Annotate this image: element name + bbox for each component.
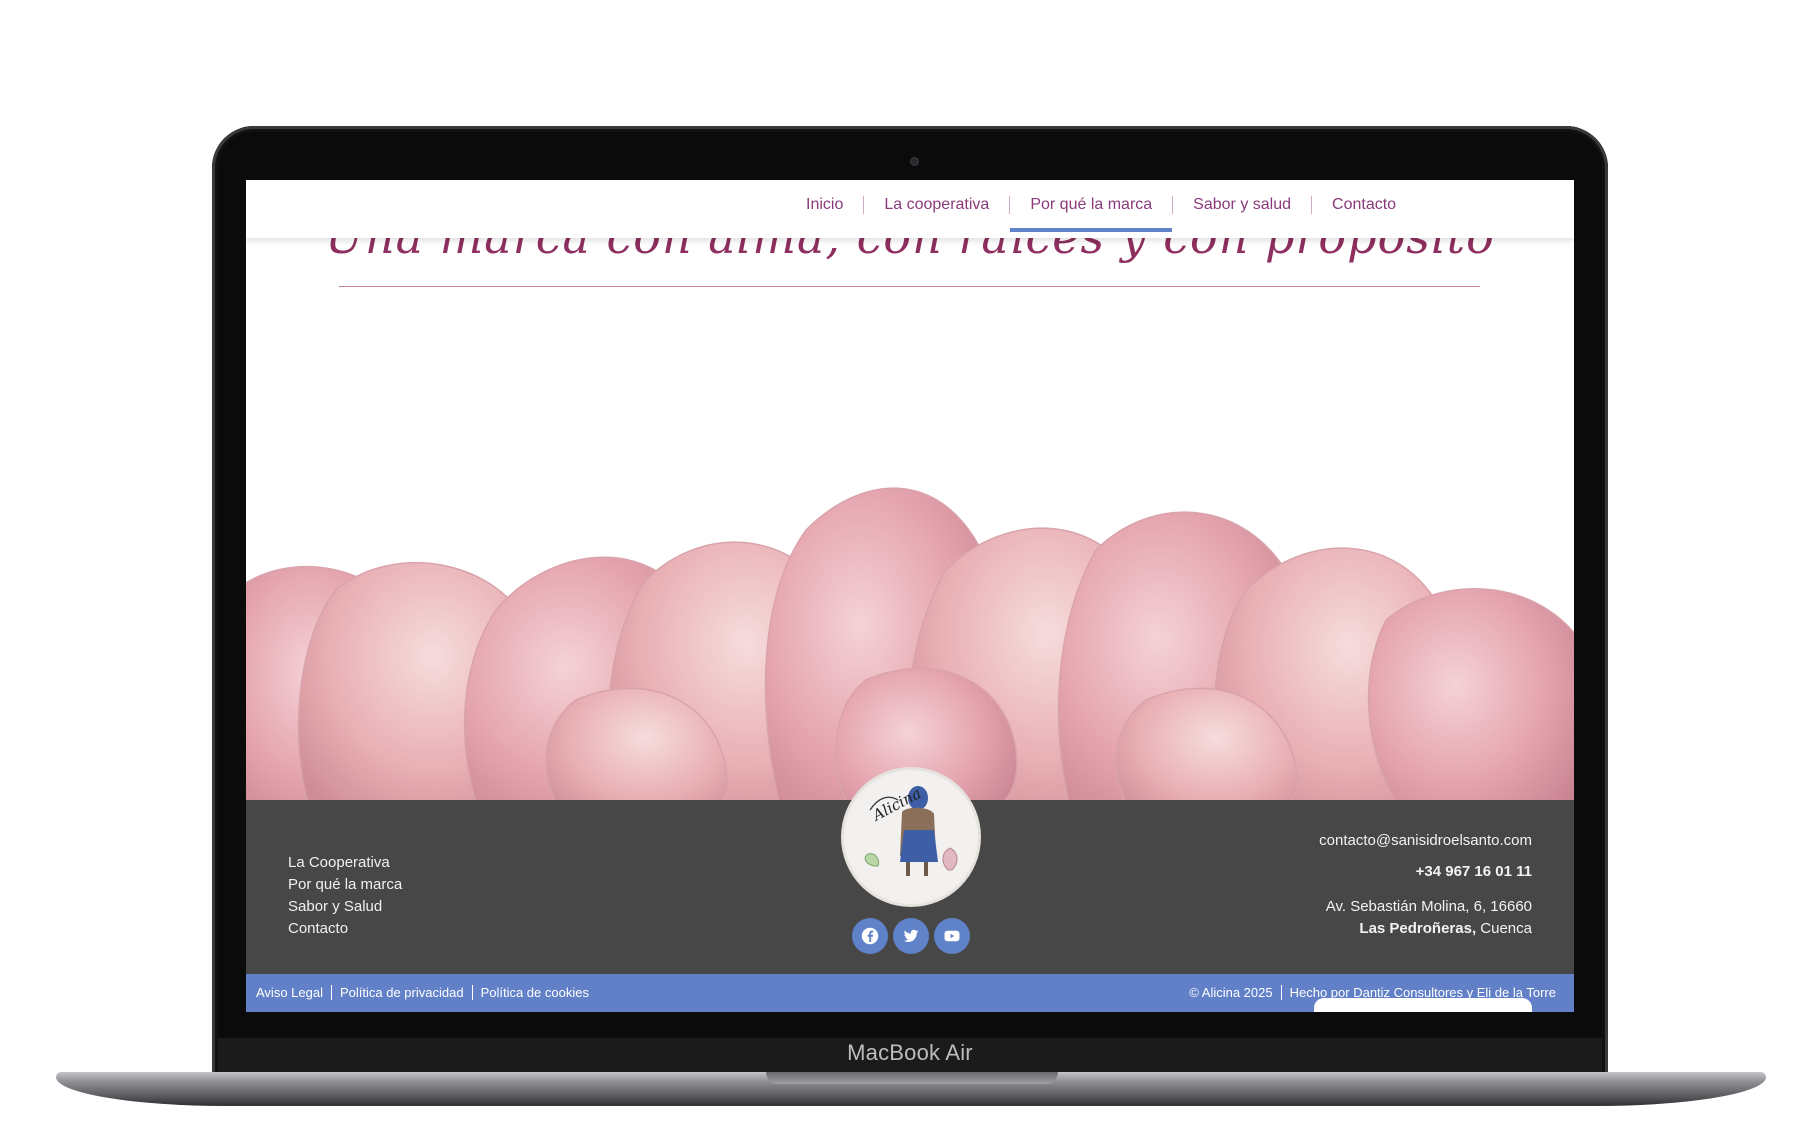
main-navigation: Inicio La cooperativa Por qué la marca S… xyxy=(246,180,1574,238)
site-footer: La Cooperativa Por qué la marca Sabor y … xyxy=(246,770,1574,974)
footer-link-sabor-y-salud[interactable]: Sabor y Salud xyxy=(288,896,402,918)
legal-link-politica-privacidad[interactable]: Política de privacidad xyxy=(330,985,472,1000)
nav-item-sabor-y-salud[interactable]: Sabor y salud xyxy=(1172,196,1311,214)
section-divider xyxy=(339,286,1480,287)
copyright-text: © Alicina 2025 xyxy=(1189,985,1273,1000)
facebook-button[interactable] xyxy=(852,918,888,954)
nav-list: Inicio La cooperativa Por qué la marca S… xyxy=(786,196,1416,232)
facebook-icon xyxy=(861,927,879,945)
browser-viewport: Una marca con alma, con raíces y con pro… xyxy=(246,180,1574,1012)
nav-item-la-cooperativa[interactable]: La cooperativa xyxy=(863,196,1009,214)
legal-link-aviso-legal[interactable]: Aviso Legal xyxy=(256,985,331,1000)
social-links xyxy=(852,918,970,954)
legal-link-politica-cookies[interactable]: Política de cookies xyxy=(471,985,597,1000)
youtube-icon xyxy=(944,930,960,942)
device-model-label: MacBook Air xyxy=(847,1040,973,1065)
nav-item-inicio[interactable]: Inicio xyxy=(786,196,863,214)
cookie-banner-tab[interactable] xyxy=(1314,998,1532,1012)
footer-link-la-cooperativa[interactable]: La Cooperativa xyxy=(288,852,402,874)
youtube-button[interactable] xyxy=(934,918,970,954)
alicina-logo[interactable]: Alicina xyxy=(844,770,978,904)
laptop-notch xyxy=(766,1072,1058,1084)
province-name: Cuenca xyxy=(1476,920,1532,937)
contact-phone[interactable]: +34 967 16 01 11 xyxy=(1319,863,1532,880)
legal-links: Aviso Legal Política de privacidad Polít… xyxy=(256,985,597,1000)
twitter-button[interactable] xyxy=(893,918,929,954)
contact-email[interactable]: contacto@sanisidroelsanto.com xyxy=(1319,832,1532,849)
contact-address-town: Las Pedroñeras, Cuenca xyxy=(1319,918,1532,940)
nav-item-por-que-la-marca[interactable]: Por qué la marca xyxy=(1009,196,1173,232)
contact-info: contacto@sanisidroelsanto.com +34 967 16… xyxy=(1319,832,1532,940)
contact-address-line1: Av. Sebastián Molina, 6, 16660 xyxy=(1325,898,1532,915)
alicina-illustration: Alicina xyxy=(847,773,975,901)
footer-link-contacto[interactable]: Contacto xyxy=(288,918,402,940)
footer-link-por-que-la-marca[interactable]: Por qué la marca xyxy=(288,874,402,896)
town-name: Las Pedroñeras, xyxy=(1359,920,1477,937)
footer-links: La Cooperativa Por qué la marca Sabor y … xyxy=(288,852,402,940)
nav-item-contacto[interactable]: Contacto xyxy=(1311,196,1416,214)
twitter-icon xyxy=(903,929,919,943)
webcam-icon xyxy=(910,157,919,166)
